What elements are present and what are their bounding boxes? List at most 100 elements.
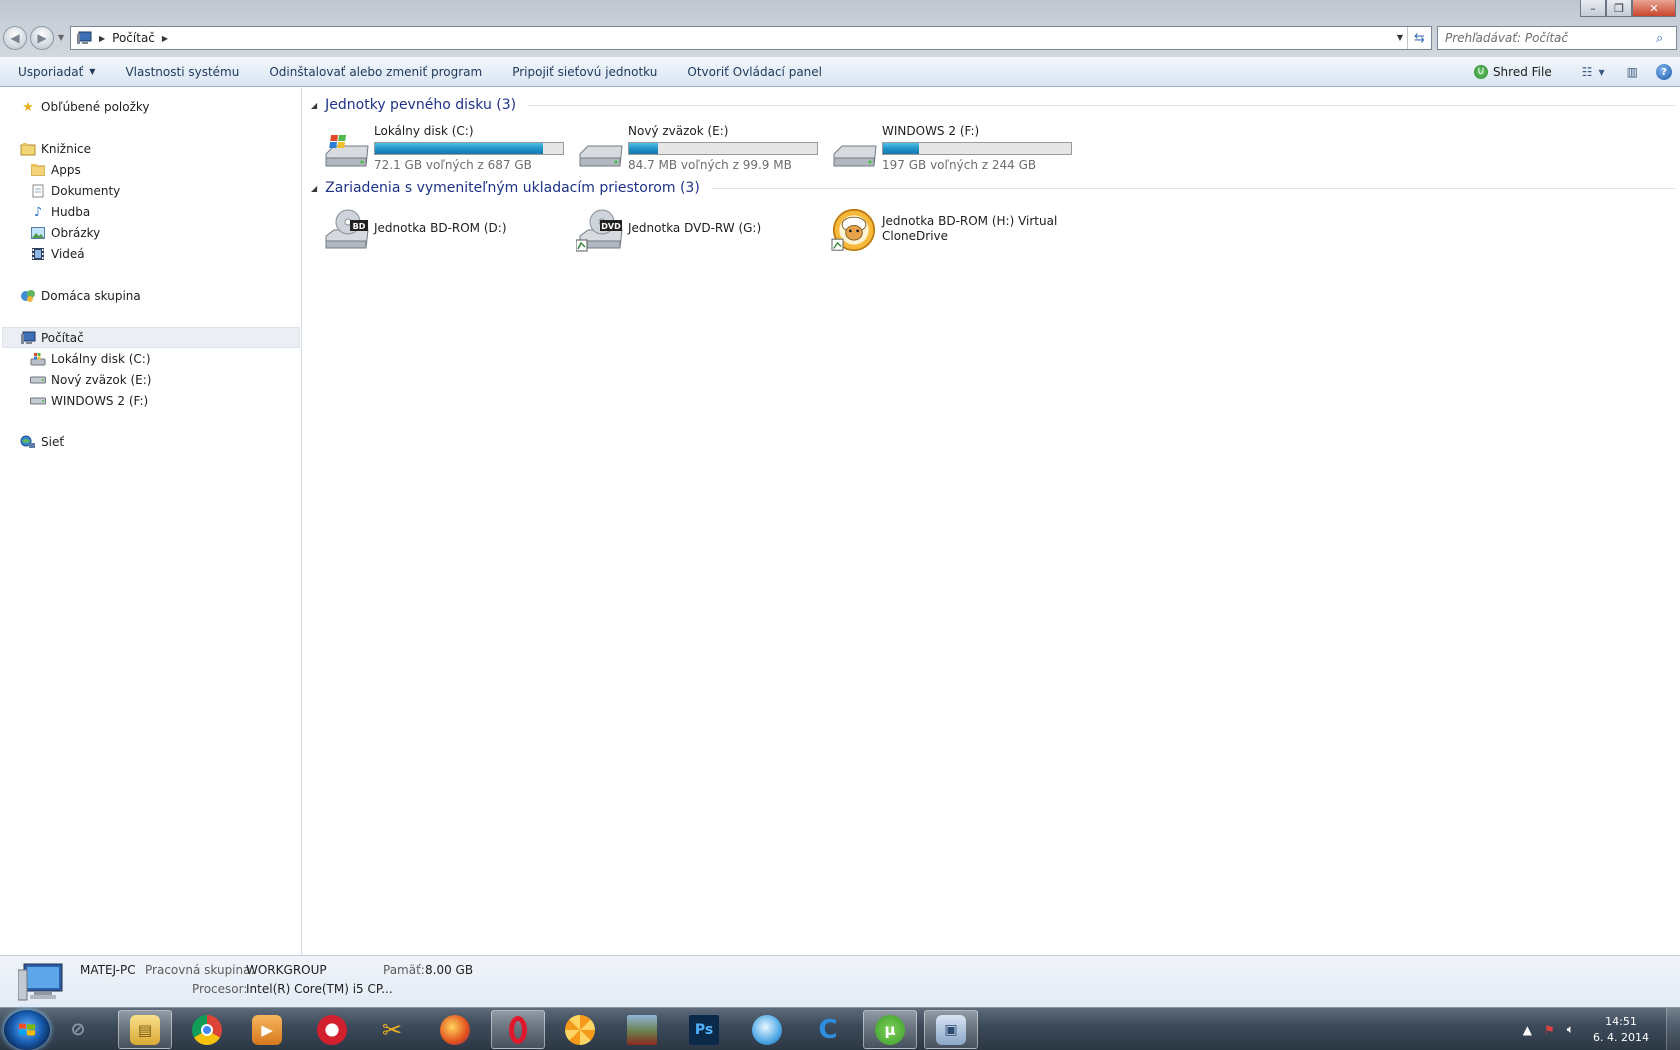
- wrench-app-icon: ✂: [381, 1015, 403, 1044]
- star-icon: ★: [22, 99, 34, 115]
- device-tile-bd-d[interactable]: BD Jednotka BD-ROM (D:): [322, 204, 572, 256]
- organize-menu[interactable]: Usporiadať ▼: [0, 57, 110, 86]
- refresh-icon[interactable]: ⇆: [1407, 27, 1431, 49]
- collapse-triangle-icon[interactable]: ◢: [311, 184, 317, 193]
- ccleaner-icon: C: [818, 1014, 838, 1045]
- minimize-button[interactable]: –: [1580, 0, 1606, 17]
- address-bar[interactable]: ▶ Počítač ▶ ▼ ⇆: [70, 26, 1432, 50]
- hard-drive-icon: [579, 145, 623, 167]
- sidebar-item-label: WINDOWS 2 (F:): [51, 394, 149, 408]
- device-tile-virtual-h[interactable]: Jednotka BD-ROM (H:) Virtual CloneDrive: [830, 204, 1080, 256]
- forward-arrow-icon: ▶: [37, 31, 47, 45]
- search-icon[interactable]: ⌕: [1656, 31, 1676, 46]
- sidebar-item-apps[interactable]: Apps: [30, 160, 81, 180]
- sidebar-item-favorites[interactable]: ★ Obľúbené položky: [20, 97, 149, 117]
- svg-text:DVD: DVD: [601, 222, 621, 231]
- search-input[interactable]: [1445, 31, 1656, 45]
- taskbar: ⊘ ▤ ▶ ✂ Ps C µ ▣ ▲ ⚑ 🔈︎ 14:51 6. 4. 2014: [0, 1007, 1680, 1050]
- group-header-removable[interactable]: ◢ Zariadenia s vymeniteľným ukladacím pr…: [311, 180, 1676, 196]
- forward-button[interactable]: ▶: [30, 26, 54, 50]
- sidebar-item-libraries[interactable]: Knižnice: [20, 139, 91, 159]
- collapse-triangle-icon[interactable]: ◢: [311, 101, 317, 110]
- sidebar-item-computer[interactable]: Počítač: [20, 328, 84, 348]
- recent-pages-dropdown[interactable]: ▼: [58, 33, 64, 42]
- taskbar-app-firefox[interactable]: [428, 1010, 482, 1049]
- drive-tile-f[interactable]: WINDOWS 2 (F:) 197 GB voľných z 244 GB: [830, 124, 1080, 176]
- taskbar-app-utorrent[interactable]: µ: [863, 1010, 917, 1049]
- sidebar-item-documents[interactable]: Dokumenty: [30, 181, 120, 201]
- group-header-hard-drives[interactable]: ◢ Jednotky pevného disku (3): [311, 97, 1676, 113]
- breadcrumb-chevron-icon[interactable]: ▶: [162, 34, 168, 43]
- virtual-clonedrive-sheep-icon: [831, 208, 876, 252]
- sidebar-item-drive-c[interactable]: Lokálny disk (C:): [30, 349, 151, 369]
- uninstall-program-button[interactable]: Odinštalovať alebo zmeniť program: [254, 57, 497, 86]
- taskbar-app-opera[interactable]: [491, 1010, 545, 1049]
- sidebar-item-label: Obrázky: [51, 226, 101, 240]
- hard-drive-icon: [30, 372, 46, 388]
- drive-tile-e[interactable]: Nový zväzok (E:) 84.7 MB voľných z 99.9 …: [576, 124, 826, 176]
- breadcrumb-computer[interactable]: Počítač: [112, 31, 155, 45]
- chevron-down-icon: ▼: [89, 67, 96, 76]
- breadcrumb-separator-icon[interactable]: ▶: [99, 34, 105, 43]
- sidebar-item-label: Knižnice: [41, 142, 92, 156]
- address-dropdown-icon[interactable]: ▼: [1397, 33, 1403, 42]
- sidebar-item-homegroup[interactable]: Domáca skupina: [20, 286, 141, 306]
- title-bar: – ❐ ✕ ◀ ▶ ▼ ▶ Počítač ▶ ▼ ⇆ ⌕: [0, 0, 1680, 57]
- search-box[interactable]: ⌕: [1437, 26, 1677, 50]
- shred-file-icon[interactable]: U: [1473, 65, 1488, 79]
- maximize-button[interactable]: ❐: [1606, 0, 1632, 17]
- bd-rom-drive-icon: BD: [325, 209, 369, 249]
- back-button[interactable]: ◀: [3, 26, 27, 50]
- taskbar-app-chrome[interactable]: [180, 1010, 234, 1049]
- homegroup-icon: [20, 288, 36, 304]
- taskbar-app-media[interactable]: ▶: [240, 1010, 294, 1049]
- taskbar-app-disabled[interactable]: ⊘: [58, 1010, 98, 1049]
- device-tile-dvd-g[interactable]: DVD Jednotka DVD-RW (G:): [576, 204, 826, 256]
- help-icon[interactable]: ?: [1656, 64, 1672, 80]
- memory-value: 8.00 GB: [425, 963, 474, 977]
- taskbar-app-opera-next[interactable]: [305, 1010, 359, 1049]
- start-button[interactable]: [4, 1010, 50, 1050]
- close-button[interactable]: ✕: [1632, 0, 1676, 17]
- hard-drive-icon: [833, 145, 877, 167]
- clock[interactable]: 14:51 6. 4. 2014: [1586, 1014, 1656, 1046]
- system-properties-button[interactable]: Vlastnosti systému: [110, 57, 254, 86]
- workgroup-label: Pracovná skupina:: [145, 963, 255, 977]
- sidebar-item-music[interactable]: ♪ Hudba: [30, 202, 90, 222]
- device-name: Jednotka BD-ROM (D:): [374, 221, 507, 235]
- shred-file-button[interactable]: Shred File: [1493, 65, 1552, 79]
- svg-text:BD: BD: [353, 222, 366, 231]
- taskbar-app-orange[interactable]: [553, 1010, 607, 1049]
- sidebar-item-network[interactable]: Sieť: [20, 432, 64, 452]
- drive-tile-c[interactable]: Lokálny disk (C:) 72.1 GB voľných z 687 …: [322, 124, 572, 176]
- taskbar-app-explorer[interactable]: ▤: [118, 1010, 172, 1049]
- sidebar-item-label: Videá: [51, 247, 85, 261]
- documents-icon: [30, 183, 46, 199]
- sidebar-item-label: Počítač: [41, 331, 84, 345]
- show-desktop-button[interactable]: [1666, 1008, 1680, 1050]
- open-control-panel-button[interactable]: Otvoriť Ovládací panel: [672, 57, 837, 86]
- show-hidden-icons-icon[interactable]: ▲: [1523, 1023, 1532, 1037]
- sidebar-item-videos[interactable]: Videá: [30, 244, 85, 264]
- taskbar-app-photoshop[interactable]: Ps: [677, 1010, 731, 1049]
- group-title: Jednotky pevného disku (3): [325, 97, 517, 113]
- sidebar-item-drive-e[interactable]: Nový zväzok (E:): [30, 370, 151, 390]
- system-drive-icon: [325, 135, 369, 167]
- view-options-dropdown-icon[interactable]: ▼: [1599, 68, 1605, 77]
- preview-pane-icon[interactable]: ▥: [1627, 65, 1638, 79]
- taskbar-app-remote[interactable]: ▣: [924, 1010, 978, 1049]
- taskbar-app-safari[interactable]: [740, 1010, 794, 1049]
- change-view-icon[interactable]: ☷: [1582, 65, 1593, 79]
- taskbar-app-ccleaner[interactable]: C: [801, 1010, 855, 1049]
- cpu-value: Intel(R) Core(TM) i5 CP...: [246, 982, 393, 996]
- drive-free-space: 72.1 GB voľných z 687 GB: [374, 158, 532, 172]
- taskbar-app-yellow[interactable]: ✂: [365, 1010, 419, 1049]
- map-network-drive-button[interactable]: Pripojiť sieťovú jednotku: [497, 57, 672, 86]
- sidebar-item-pictures[interactable]: Obrázky: [30, 223, 100, 243]
- volume-icon[interactable]: 🔈︎: [1567, 1022, 1574, 1037]
- taskbar-app-game[interactable]: [615, 1010, 669, 1049]
- action-center-flag-icon[interactable]: ⚑: [1544, 1023, 1555, 1037]
- sidebar-item-label: Domáca skupina: [41, 289, 141, 303]
- sidebar-item-label: Apps: [51, 163, 81, 177]
- sidebar-item-drive-f[interactable]: WINDOWS 2 (F:): [30, 391, 148, 411]
